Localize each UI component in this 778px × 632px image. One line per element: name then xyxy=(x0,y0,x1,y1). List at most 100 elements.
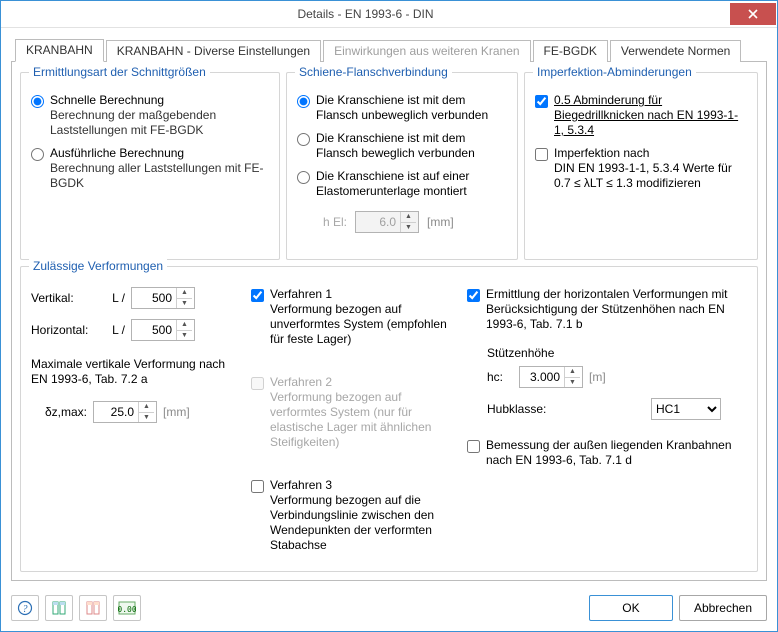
def-col-right: Ermittlung der horizontalen Verformungen… xyxy=(467,287,747,561)
hel-spinner: ▲▼ xyxy=(355,211,419,233)
vertikal-line: Vertikal: L / ▲▼ xyxy=(31,287,241,309)
check-abminderung[interactable]: 0.5 Abminderung für Biegedrillknicken na… xyxy=(535,93,747,138)
help-button[interactable]: ? xyxy=(11,595,39,621)
vertikal-input[interactable] xyxy=(132,291,176,305)
ok-button[interactable]: OK xyxy=(589,595,673,621)
group-ermittlungsart: Ermittlungsart der Schnittgrößen Schnell… xyxy=(20,72,280,260)
delta-input[interactable] xyxy=(94,405,138,419)
hub-label: Hubklasse: xyxy=(487,402,557,416)
check-verfahren3[interactable]: Verfahren 3 Verformung bezogen auf die V… xyxy=(251,478,457,553)
radio-ausfuehrlich-label: Ausführliche Berechnung xyxy=(50,146,269,161)
verfahren3-label: Verfahren 3 xyxy=(270,478,457,493)
decimal-button[interactable]: 0.00 xyxy=(113,595,141,621)
hel-row: h El: ▲▼ [mm] xyxy=(323,211,507,233)
group-verformungen: Zulässige Verformungen Vertikal: L / ▲▼ xyxy=(20,266,758,572)
check-abminderung-input[interactable] xyxy=(535,95,548,108)
check-horiz-input[interactable] xyxy=(467,289,480,302)
group-title: Ermittlungsart der Schnittgrößen xyxy=(29,65,210,79)
table-icon xyxy=(51,600,67,616)
decimal-icon: 0.00 xyxy=(118,600,136,616)
hubklasse-line: Hubklasse: HC1 xyxy=(487,398,747,420)
spinner-buttons[interactable]: ▲▼ xyxy=(564,367,580,387)
units-button-2[interactable] xyxy=(79,595,107,621)
spinner-buttons[interactable]: ▲▼ xyxy=(138,402,154,422)
dialog-window: Details - EN 1993-6 - DIN KRANBAHN KRANB… xyxy=(0,0,778,632)
tab-diverse[interactable]: KRANBAHN - Diverse Einstellungen xyxy=(106,40,321,62)
tab-kranbahn[interactable]: KRANBAHN xyxy=(15,39,104,62)
vertikal-spinner[interactable]: ▲▼ xyxy=(131,287,195,309)
hc-spinner[interactable]: ▲▼ xyxy=(519,366,583,388)
l-prefix: L / xyxy=(99,323,125,337)
check-verfahren1[interactable]: Verfahren 1 Verformung bezogen auf unver… xyxy=(251,287,457,347)
radio-schnell-sub: Berechnung der maßgebenden Laststellunge… xyxy=(50,108,269,138)
check-verfahren1-input[interactable] xyxy=(251,289,264,302)
tab-normen[interactable]: Verwendete Normen xyxy=(610,40,741,62)
hel-input xyxy=(356,215,400,229)
check-imperfektion-sub: DIN EN 1993-1-1, 5.3.4 Werte für 0.7 ≤ λ… xyxy=(554,161,747,191)
radio-elastomer-input[interactable] xyxy=(297,171,310,184)
hc-line: hc: ▲▼ [m] xyxy=(487,366,747,388)
radio-ausfuehrlich-input[interactable] xyxy=(31,148,44,161)
hel-unit: [mm] xyxy=(427,215,454,229)
delta-spinner[interactable]: ▲▼ xyxy=(93,401,157,423)
close-icon xyxy=(748,9,758,19)
radio-unbeweglich-input[interactable] xyxy=(297,95,310,108)
horizontal-line: Horizontal: L / ▲▼ xyxy=(31,319,241,341)
deformation-grid: Vertikal: L / ▲▼ Horizontal: L / xyxy=(31,287,747,561)
horizontal-label: Horizontal: xyxy=(31,323,93,337)
check-horiz-verform[interactable]: Ermittlung der horizontalen Verformungen… xyxy=(467,287,747,332)
horizontal-spinner[interactable]: ▲▼ xyxy=(131,319,195,341)
radio-beweglich-input[interactable] xyxy=(297,133,310,146)
verfahren2-sub: Verformung bezogen auf verformtes System… xyxy=(270,390,457,450)
window-title: Details - EN 1993-6 - DIN xyxy=(1,7,730,21)
check-verfahren3-input[interactable] xyxy=(251,480,264,493)
check-verfahren2-input xyxy=(251,377,264,390)
hc-unit: [m] xyxy=(589,370,606,384)
check-imperfektion[interactable]: Imperfektion nach DIN EN 1993-1-1, 5.3.4… xyxy=(535,146,747,191)
delta-line: δz,max: ▲▼ [mm] xyxy=(31,401,241,423)
radio-schnell[interactable]: Schnelle Berechnung Berechnung der maßge… xyxy=(31,93,269,138)
radio-beweglich[interactable]: Die Kranschiene ist mit dem Flansch bewe… xyxy=(297,131,507,161)
stuetzenhoehe-label: Stützenhöhe xyxy=(487,346,747,360)
spinner-buttons[interactable]: ▲▼ xyxy=(176,320,192,340)
verfahren3-sub: Verformung bezogen auf die Verbindungsli… xyxy=(270,493,457,553)
hc-input[interactable] xyxy=(520,370,564,384)
cancel-button[interactable]: Abbrechen xyxy=(679,595,767,621)
max-note: Maximale vertikale Verformung nach EN 19… xyxy=(31,357,241,387)
verfahren1-label: Verfahren 1 xyxy=(270,287,457,302)
spinner-buttons[interactable]: ▲▼ xyxy=(176,288,192,308)
radio-schnell-input[interactable] xyxy=(31,95,44,108)
radio-unbeweglich-label: Die Kranschiene ist mit dem Flansch unbe… xyxy=(316,93,507,123)
spinner-buttons: ▲▼ xyxy=(400,212,416,232)
radio-beweglich-label: Die Kranschiene ist mit dem Flansch bewe… xyxy=(316,131,507,161)
units-button-1[interactable] xyxy=(45,595,73,621)
tab-bar: KRANBAHN KRANBAHN - Diverse Einstellunge… xyxy=(11,38,767,62)
group-title: Schiene-Flanschverbindung xyxy=(295,65,452,79)
check-abminderung-label: 0.5 Abminderung für Biegedrillknicken na… xyxy=(554,93,747,138)
def-col-left: Vertikal: L / ▲▼ Horizontal: L / xyxy=(31,287,241,561)
close-button[interactable] xyxy=(730,3,776,25)
check-imperfektion-input[interactable] xyxy=(535,148,548,161)
group-imperfektion: Imperfektion-Abminderungen 0.5 Abminderu… xyxy=(524,72,758,260)
radio-elastomer[interactable]: Die Kranschiene ist auf einer Elastomeru… xyxy=(297,169,507,199)
delta-unit: [mm] xyxy=(163,405,190,419)
tab-febgdk[interactable]: FE-BGDK xyxy=(533,40,608,62)
check-verfahren2: Verfahren 2 Verformung bezogen auf verfo… xyxy=(251,375,457,450)
radio-unbeweglich[interactable]: Die Kranschiene ist mit dem Flansch unbe… xyxy=(297,93,507,123)
svg-text:?: ? xyxy=(23,604,28,615)
horizontal-input[interactable] xyxy=(132,323,176,337)
group-schiene: Schiene-Flanschverbindung Die Kranschien… xyxy=(286,72,518,260)
vertikal-label: Vertikal: xyxy=(31,291,93,305)
radio-elastomer-label: Die Kranschiene ist auf einer Elastomeru… xyxy=(316,169,507,199)
radio-ausfuehrlich[interactable]: Ausführliche Berechnung Berechnung aller… xyxy=(31,146,269,191)
check-bemessung-input[interactable] xyxy=(467,440,480,453)
verfahren1-sub: Verformung bezogen auf unverformtes Syst… xyxy=(270,302,457,347)
hc-label: hc: xyxy=(487,370,513,384)
hub-select[interactable]: HC1 xyxy=(651,398,721,420)
hel-label: h El: xyxy=(323,215,347,229)
check-bemessung[interactable]: Bemessung der außen liegenden Kranbahnen… xyxy=(467,438,747,468)
radio-schnell-label: Schnelle Berechnung xyxy=(50,93,269,108)
group-title: Zulässige Verformungen xyxy=(29,259,167,273)
tab-einwirkungen[interactable]: Einwirkungen aus weiteren Kranen xyxy=(323,40,530,62)
radio-ausfuehrlich-sub: Berechnung aller Laststellungen mit FE-B… xyxy=(50,161,269,191)
